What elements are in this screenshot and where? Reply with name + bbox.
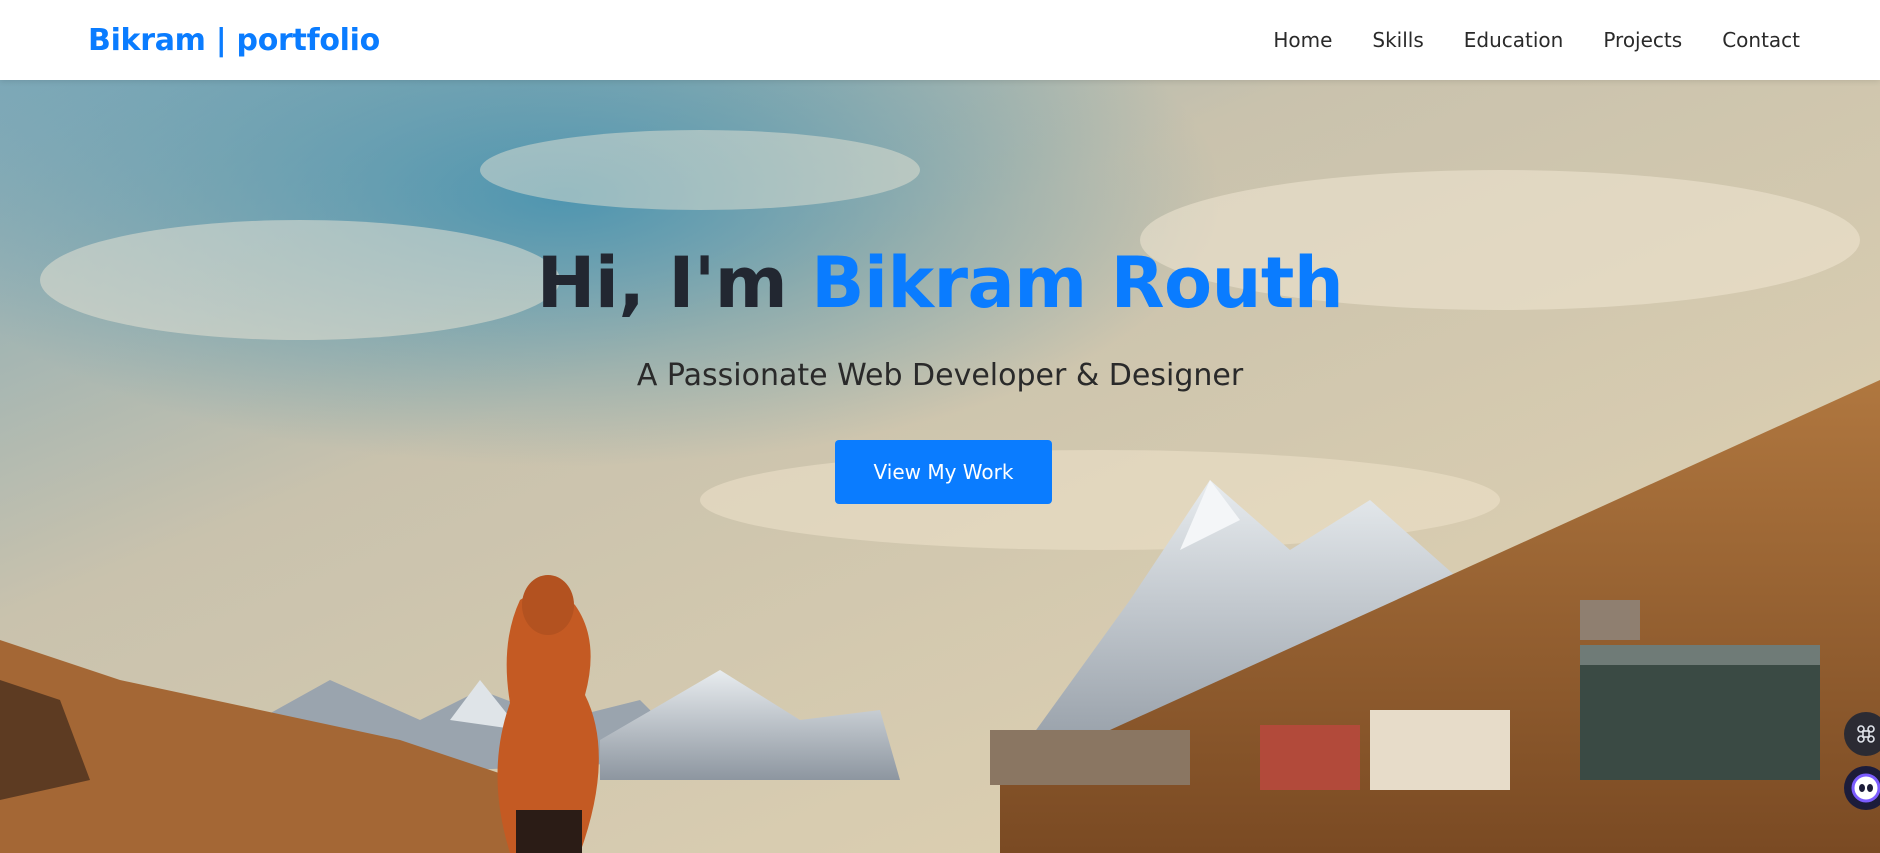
nav-link-projects[interactable]: Projects <box>1603 28 1682 52</box>
command-icon <box>1857 725 1875 743</box>
hero-greeting: Hi, I'm <box>536 242 812 324</box>
nav-link-education[interactable]: Education <box>1464 28 1564 52</box>
hero-subtitle: A Passionate Web Developer & Designer <box>636 358 1244 393</box>
nav-link-skills[interactable]: Skills <box>1372 28 1423 52</box>
nav-link-contact[interactable]: Contact <box>1722 28 1800 52</box>
view-my-work-button[interactable]: View My Work <box>835 440 1052 504</box>
hero-name: Bikram Routh <box>811 242 1344 324</box>
brand-logo[interactable]: Bikram | portfolio <box>88 23 380 58</box>
chatbot-widget-button[interactable] <box>1844 766 1880 810</box>
chatbot-icon <box>1851 773 1880 803</box>
navbar: Bikram | portfolio Home Skills Education… <box>0 0 1880 80</box>
hero-title: Hi, I'm Bikram Routh <box>0 248 1880 318</box>
command-widget-button[interactable] <box>1844 712 1880 756</box>
nav-link-home[interactable]: Home <box>1273 28 1332 52</box>
nav-links: Home Skills Education Projects Contact <box>1273 28 1800 52</box>
hero-section: Hi, I'm Bikram Routh A Passionate Web De… <box>0 80 1880 853</box>
